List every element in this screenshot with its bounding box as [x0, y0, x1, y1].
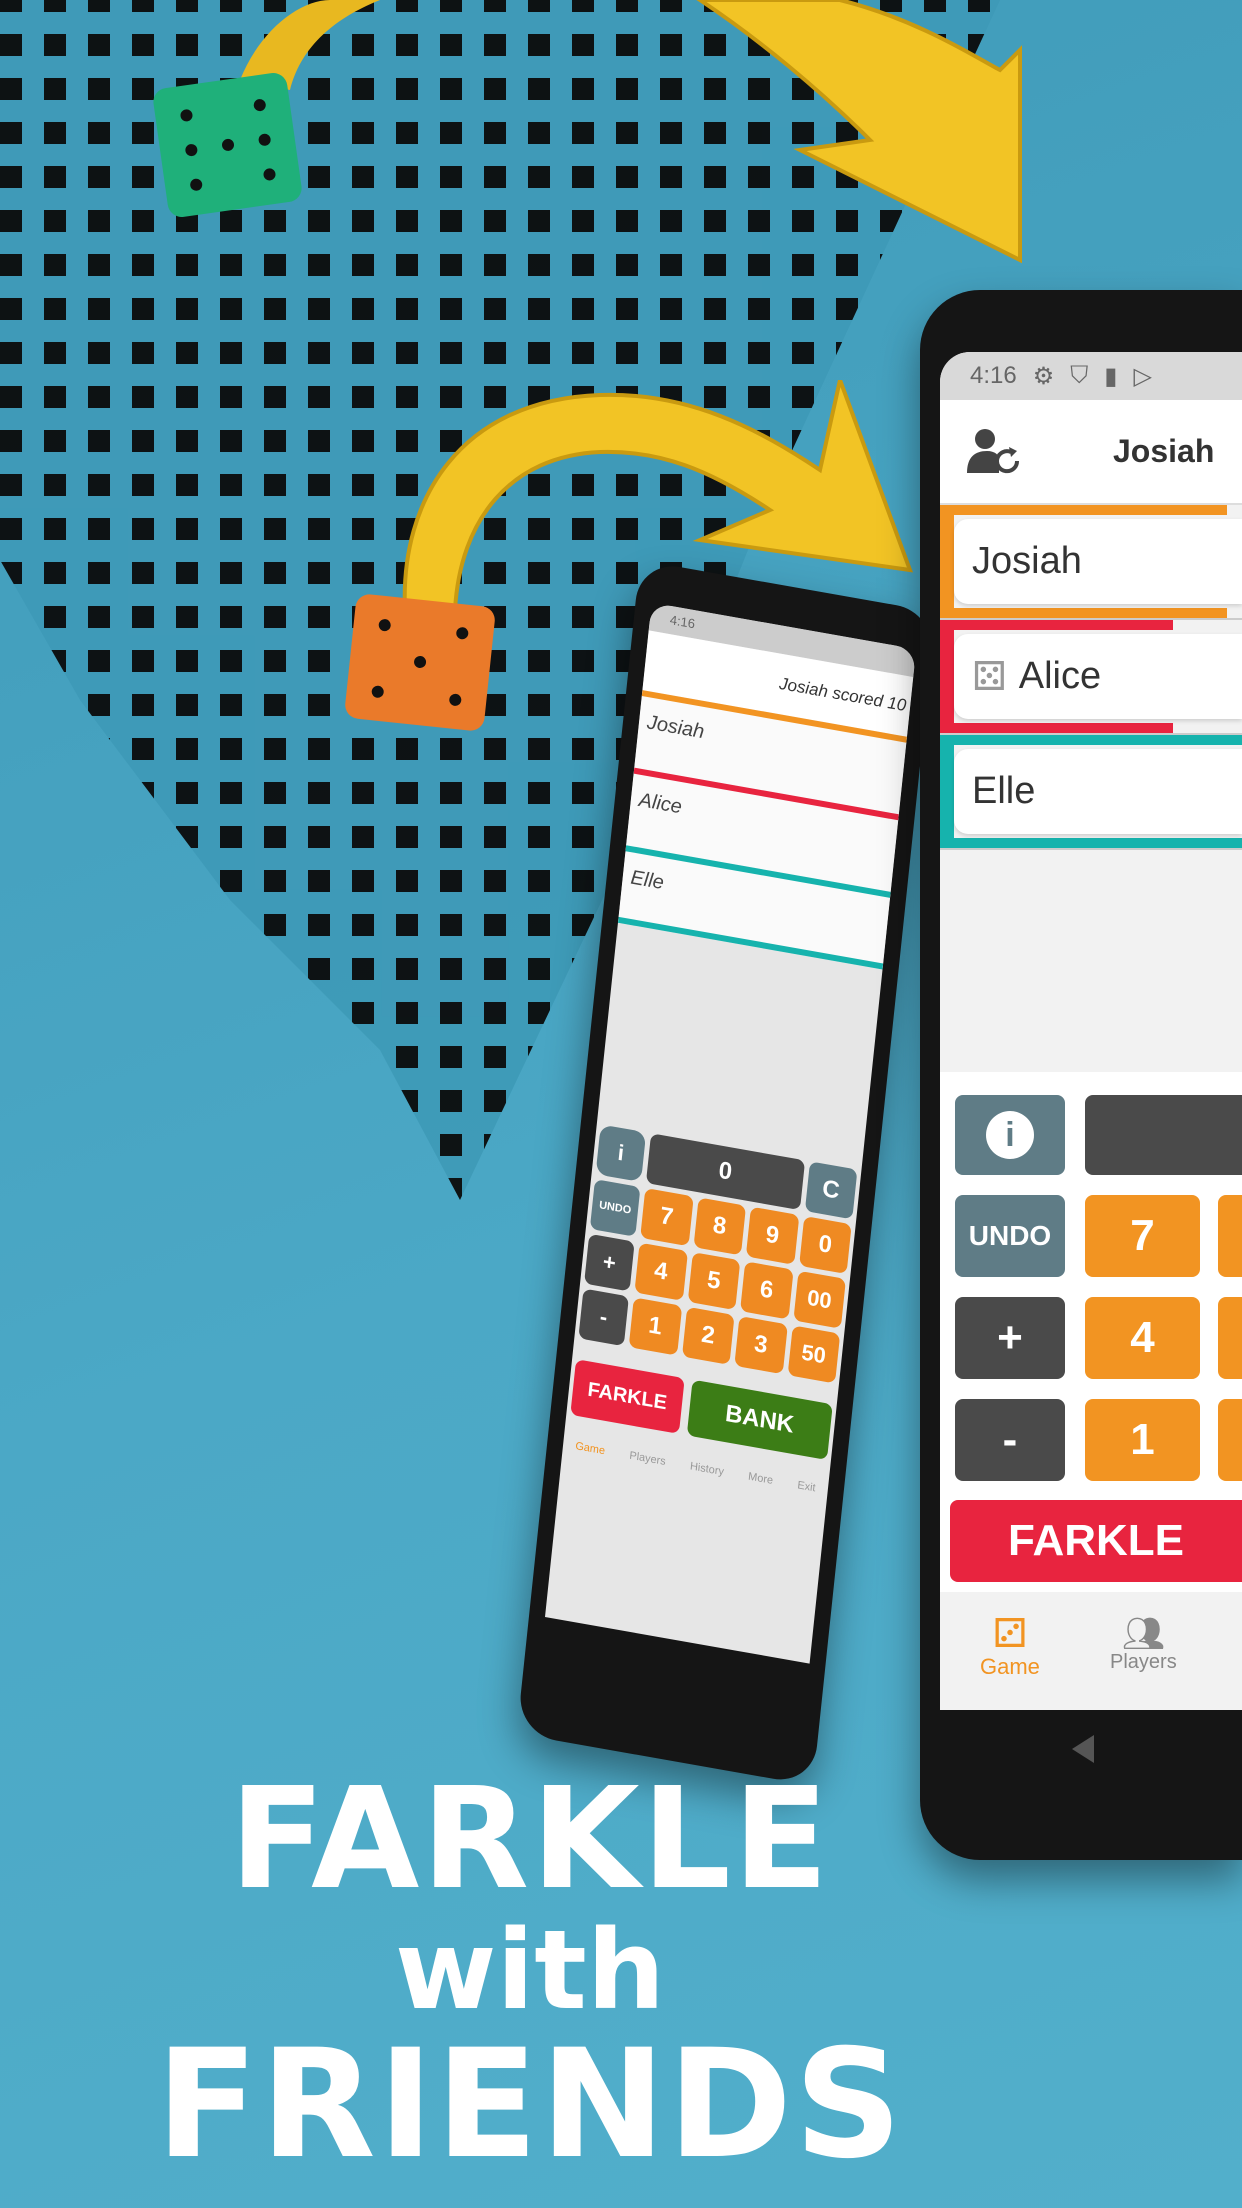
dice-icon: ⚂ [992, 1612, 1028, 1656]
small-key[interactable]: 3 [734, 1315, 788, 1375]
small-nav-more[interactable]: More [748, 1471, 774, 1487]
small-info-button[interactable]: i [595, 1124, 647, 1183]
key-orange-partial[interactable] [1218, 1297, 1242, 1379]
green-die-icon [151, 71, 304, 219]
small-nav-game[interactable]: Game [575, 1440, 606, 1457]
info-button[interactable]: i [955, 1095, 1065, 1175]
headline-with: with [394, 1906, 666, 2034]
orange-die-icon [343, 593, 497, 732]
small-key[interactable]: 00 [792, 1270, 846, 1329]
small-nav-players[interactable]: Players [629, 1450, 666, 1468]
undo-button[interactable]: UNDO [955, 1195, 1065, 1277]
small-key[interactable]: 5 [687, 1251, 741, 1311]
small-nav-history[interactable]: History [689, 1460, 724, 1478]
farkle-button[interactable]: FARKLE [950, 1500, 1242, 1582]
headline-friends: FRIENDS [155, 2018, 905, 2192]
small-undo-button[interactable]: UNDO [589, 1179, 641, 1237]
small-nav-exit[interactable]: Exit [797, 1479, 816, 1494]
player-row-josiah[interactable]: Josiah [940, 505, 1242, 620]
small-minus-button[interactable]: - [578, 1288, 629, 1347]
player-row-alice[interactable]: ⚄ Alice [940, 620, 1242, 735]
status-time: 4:16 [970, 362, 1017, 389]
key-orange-partial[interactable] [1218, 1195, 1242, 1277]
arrow-top [240, 0, 1022, 264]
score-display [1085, 1095, 1242, 1175]
headline-farkle: FARKLE [229, 1758, 831, 1921]
player-name: Elle [972, 770, 1036, 812]
small-key[interactable]: 4 [634, 1242, 688, 1301]
small-key[interactable]: 8 [692, 1197, 747, 1256]
small-plus-button[interactable]: + [584, 1233, 635, 1292]
minus-button[interactable]: - [955, 1399, 1065, 1481]
small-key[interactable]: 9 [745, 1206, 799, 1265]
nav-players[interactable]: 👥︎ Players [1110, 1617, 1177, 1674]
players-icon: 👥︎ [1121, 1615, 1165, 1653]
play-store-icon: ▷ [1133, 362, 1152, 390]
switch-player-icon[interactable] [965, 427, 1023, 477]
nav-game[interactable]: ⚂ Game [980, 1614, 1040, 1680]
status-bar: 4:16 ⚙ ⛉ ▮ ▷ [940, 352, 1242, 400]
small-key[interactable]: 0 [798, 1215, 852, 1275]
player-name: Josiah [972, 540, 1082, 582]
large-phone-screen: 4:16 ⚙ ⛉ ▮ ▷ Josiah Josiah ⚄ Alice Elle i… [940, 352, 1242, 1710]
dice-icon: ⚄ [972, 654, 1007, 699]
app-header: Josiah [940, 400, 1242, 505]
shield-icon: ⛉ [1070, 362, 1089, 389]
key-1[interactable]: 1 [1085, 1399, 1200, 1481]
sd-card-icon: ▮ [1104, 362, 1118, 390]
small-key[interactable]: 7 [640, 1187, 694, 1247]
key-7[interactable]: 7 [1085, 1195, 1200, 1277]
small-key[interactable]: 50 [787, 1325, 841, 1384]
back-nav-icon[interactable] [1072, 1735, 1094, 1763]
small-farkle-button[interactable]: FARKLE [570, 1359, 685, 1434]
small-bank-button[interactable]: BANK [686, 1379, 833, 1461]
player-name: Alice [1018, 655, 1102, 697]
key-orange-partial[interactable] [1218, 1399, 1242, 1481]
key-4[interactable]: 4 [1085, 1297, 1200, 1379]
player-row-elle[interactable]: Elle [940, 735, 1242, 850]
header-title: Josiah [1113, 433, 1215, 469]
small-key[interactable]: 1 [628, 1297, 682, 1356]
small-key[interactable]: 6 [740, 1261, 794, 1320]
small-clear-button[interactable]: C [804, 1161, 858, 1220]
plus-button[interactable]: + [955, 1297, 1065, 1379]
gear-icon: ⚙ [1032, 362, 1055, 390]
small-key[interactable]: 2 [681, 1306, 735, 1365]
